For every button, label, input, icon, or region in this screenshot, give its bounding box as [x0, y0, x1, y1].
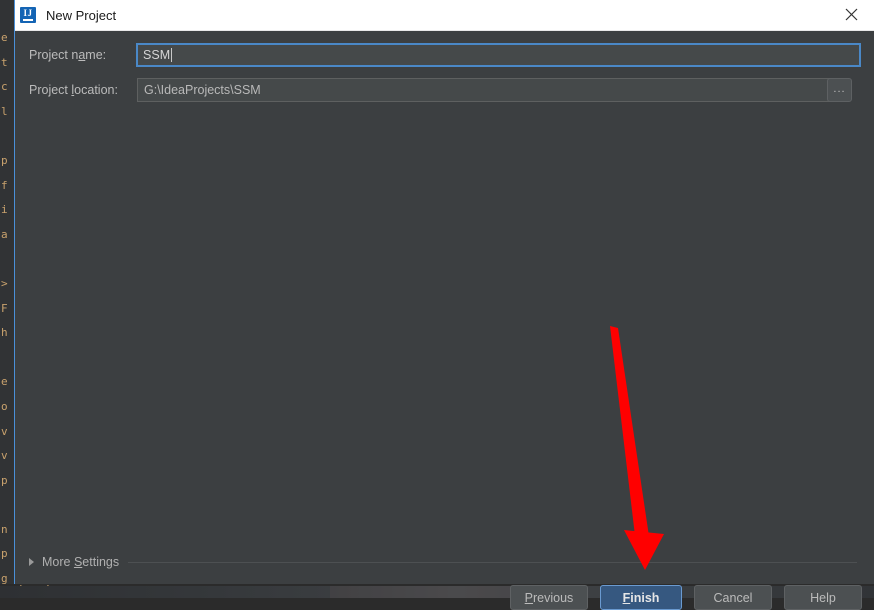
ide-code-char: > — [1, 276, 8, 290]
project-location-input[interactable]: G:\IdeaProjects\SSM — [137, 78, 839, 102]
app-icon-underbar — [23, 18, 33, 21]
ide-code-char: v — [1, 424, 8, 438]
ide-code-char: n — [1, 522, 8, 536]
ide-code-char: e — [1, 31, 8, 44]
project-location-label: Project location: — [15, 83, 129, 97]
project-name-label-post: me: — [85, 48, 107, 62]
ide-code-char: t — [1, 55, 8, 69]
ide-code-char: f — [1, 178, 8, 192]
dialog-titlebar: IJ New Project — [15, 0, 874, 31]
ide-code-char: p — [1, 547, 8, 561]
more-settings-separator — [128, 561, 857, 563]
project-location-label-pre: Project — [29, 83, 72, 97]
ide-code-char: F — [1, 301, 8, 315]
intellij-idea-icon: IJ — [20, 7, 36, 23]
more-settings-label: More Settings — [42, 555, 119, 569]
more-settings-label-pre: More — [42, 555, 74, 569]
more-settings-toggle[interactable]: More Settings — [27, 552, 857, 572]
project-location-label-post: ocation: — [74, 83, 118, 97]
ide-code-char: a — [1, 227, 8, 241]
project-name-value: SSM — [143, 48, 171, 62]
dialog-title: New Project — [46, 7, 117, 23]
ide-code-char: p — [1, 473, 8, 487]
ide-code-char: c — [1, 80, 8, 94]
project-name-label: Project name: — [15, 48, 128, 62]
browse-location-button[interactable]: ... — [827, 78, 852, 102]
ide-code-char: v — [1, 449, 8, 463]
new-project-dialog: IJ New Project Project name: SSM Project… — [14, 0, 874, 610]
browse-button-label: ... — [833, 82, 846, 95]
project-location-value: G:\IdeaProjects\SSM — [144, 83, 261, 97]
text-caret — [171, 48, 173, 62]
app-icon-letters: IJ — [23, 8, 33, 18]
project-name-label-pre: Project n — [29, 48, 79, 62]
more-settings-label-post: ettings — [82, 555, 120, 569]
ide-code-char: o — [1, 399, 8, 413]
chevron-right-icon — [29, 558, 34, 566]
ide-code-char — [1, 124, 13, 149]
ide-code-char — [1, 247, 13, 272]
ide-code-char: e — [1, 375, 8, 389]
close-icon — [845, 8, 858, 21]
project-location-row: Project location: G:\IdeaProjects\SSM — [15, 78, 861, 102]
ide-code-char — [1, 346, 13, 371]
ide-code-char: p — [1, 153, 8, 167]
project-name-row: Project name: SSM — [15, 43, 861, 67]
ide-code-char: l — [1, 104, 8, 118]
ide-code-char: h — [1, 326, 8, 340]
dialog-content: Project name: SSM Project location: G:\I… — [15, 31, 874, 610]
close-button[interactable] — [829, 0, 874, 29]
ide-code-char — [1, 493, 13, 518]
ide-code-fragment-column: etclpfia>Fheovvpnpgavse — [1, 26, 13, 598]
project-name-input[interactable]: SSM — [136, 43, 861, 67]
ide-code-char: i — [1, 203, 8, 217]
